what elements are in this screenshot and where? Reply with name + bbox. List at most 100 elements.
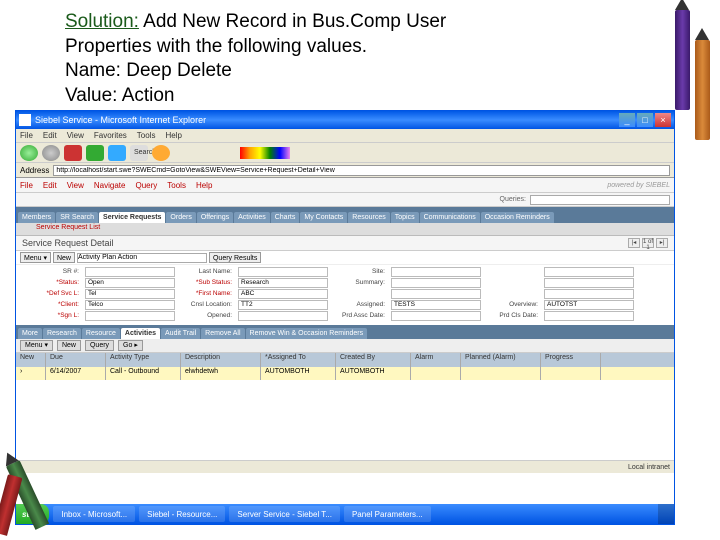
queries-input[interactable] — [530, 195, 670, 205]
cell-alarm[interactable] — [411, 367, 461, 380]
tab-charts[interactable]: Charts — [271, 212, 300, 223]
subtab-resource[interactable]: Resource — [82, 328, 120, 339]
cell-assigned[interactable]: AUTOMBOTH — [261, 367, 336, 380]
tab-orders[interactable]: Orders — [166, 212, 195, 223]
refresh-button[interactable] — [86, 145, 104, 161]
col-description[interactable]: Description — [181, 353, 261, 367]
cell-planned[interactable] — [461, 367, 541, 380]
list-go-button[interactable]: Go ▸ — [118, 340, 143, 351]
menu-edit[interactable]: Edit — [43, 131, 57, 140]
cell-due[interactable]: 6/14/2007 — [46, 367, 106, 380]
form-main-input[interactable] — [77, 253, 207, 263]
home-button[interactable] — [108, 145, 126, 161]
siebel-menu-view[interactable]: View — [67, 181, 84, 190]
subtab-more[interactable]: More — [18, 328, 42, 339]
cell-progress[interactable] — [541, 367, 601, 380]
tab-communications[interactable]: Communications — [420, 212, 480, 223]
tab-my-contacts[interactable]: My Contacts — [300, 212, 347, 223]
field-value[interactable] — [544, 267, 634, 277]
record-nav-last[interactable]: ▸| — [656, 238, 668, 248]
taskbar-item[interactable]: Server Service - Siebel T... — [229, 506, 340, 522]
record-nav-first[interactable]: |◂ — [628, 238, 640, 248]
address-input[interactable] — [53, 165, 670, 176]
menu-favorites[interactable]: Favorites — [94, 131, 127, 140]
forward-button[interactable] — [42, 145, 60, 161]
subtab-remove-all[interactable]: Remove All — [201, 328, 244, 339]
tab-occasion-reminders[interactable]: Occasion Reminders — [481, 212, 554, 223]
maximize-button[interactable]: □ — [637, 113, 653, 127]
tab-service-requests[interactable]: Service Requests — [99, 212, 165, 223]
field-value[interactable]: Research — [238, 278, 328, 288]
field-value[interactable]: ABC — [238, 289, 328, 299]
new-button[interactable]: New — [53, 252, 75, 263]
minimize-button[interactable]: _ — [619, 113, 635, 127]
col-due[interactable]: Due — [46, 353, 106, 367]
system-tray[interactable] — [658, 504, 674, 524]
siebel-menu-edit[interactable]: Edit — [43, 181, 57, 190]
tab-members[interactable]: Members — [18, 212, 55, 223]
tab-topics[interactable]: Topics — [391, 212, 419, 223]
field-value[interactable] — [544, 311, 634, 321]
table-row[interactable]: › 6/14/2007 Call - Outbound elwhdetwh AU… — [16, 367, 674, 380]
tab-offerings[interactable]: Offerings — [197, 212, 233, 223]
history-button[interactable] — [174, 145, 192, 161]
subtab-activities[interactable]: Activities — [121, 328, 160, 339]
back-button[interactable] — [20, 145, 38, 161]
siebel-menu-help[interactable]: Help — [196, 181, 212, 190]
tab-sr-search[interactable]: SR Search — [56, 212, 98, 223]
col-progress[interactable]: Progress — [541, 353, 601, 367]
siebel-menu-file[interactable]: File — [20, 181, 33, 190]
col-planned[interactable]: Planned (Alarm) — [461, 353, 541, 367]
siebel-menu-tools[interactable]: Tools — [167, 181, 186, 190]
subtab-remove-win[interactable]: Remove Win & Occasion Reminders — [246, 328, 368, 339]
field-value[interactable] — [391, 278, 481, 288]
favorites-button[interactable] — [152, 145, 170, 161]
taskbar-item[interactable]: Siebel - Resource... — [139, 506, 225, 522]
field-value[interactable]: Telco — [85, 300, 175, 310]
menu-help[interactable]: Help — [165, 131, 181, 140]
tab-activities[interactable]: Activities — [234, 212, 270, 223]
field-value[interactable] — [85, 267, 175, 277]
col-assigned-to[interactable]: *Assigned To — [261, 353, 336, 367]
mail-button[interactable] — [196, 145, 214, 161]
query-results-dropdown[interactable]: Query Results — [209, 252, 261, 263]
search-button[interactable]: Search — [130, 145, 148, 161]
field-value[interactable] — [238, 267, 328, 277]
window-titlebar[interactable]: Siebel Service - Microsoft Internet Expl… — [16, 111, 674, 129]
cell-created[interactable]: AUTOMBOTH — [336, 367, 411, 380]
menu-tools[interactable]: Tools — [137, 131, 156, 140]
field-value[interactable] — [544, 278, 634, 288]
field-value[interactable]: Open — [85, 278, 175, 288]
cell-desc[interactable]: elwhdetwh — [181, 367, 261, 380]
print-button[interactable] — [218, 145, 236, 161]
col-created-by[interactable]: Created By — [336, 353, 411, 367]
field-value[interactable] — [391, 267, 481, 277]
stop-button[interactable] — [64, 145, 82, 161]
field-value[interactable]: Tel — [85, 289, 175, 299]
cell-type[interactable]: Call - Outbound — [106, 367, 181, 380]
list-query-button[interactable]: Query — [85, 340, 114, 351]
col-activity-type[interactable]: Activity Type — [106, 353, 181, 367]
menu-view[interactable]: View — [67, 131, 84, 140]
field-value[interactable]: AUTOTST — [544, 300, 634, 310]
taskbar-item[interactable]: Panel Parameters... — [344, 506, 431, 522]
menu-dropdown[interactable]: Menu ▾ — [20, 252, 51, 263]
col-new[interactable]: New — [16, 353, 46, 367]
tab-resources[interactable]: Resources — [348, 212, 389, 223]
subtab-audit-trail[interactable]: Audit Trail — [161, 328, 200, 339]
col-alarm[interactable]: Alarm — [411, 353, 461, 367]
siebel-menu-navigate[interactable]: Navigate — [94, 181, 126, 190]
field-value[interactable] — [85, 311, 175, 321]
field-value[interactable] — [544, 289, 634, 299]
list-menu-dropdown[interactable]: Menu ▾ — [20, 340, 53, 351]
field-value[interactable] — [391, 289, 481, 299]
field-value[interactable]: TESTS — [391, 300, 481, 310]
subtab-research[interactable]: Research — [43, 328, 81, 339]
taskbar-item[interactable]: Inbox - Microsoft... — [53, 506, 135, 522]
siebel-menu-query[interactable]: Query — [135, 181, 157, 190]
field-value[interactable] — [391, 311, 481, 321]
list-new-button[interactable]: New — [57, 340, 81, 351]
field-value[interactable]: TT2 — [238, 300, 328, 310]
menu-file[interactable]: File — [20, 131, 33, 140]
field-value[interactable] — [238, 311, 328, 321]
